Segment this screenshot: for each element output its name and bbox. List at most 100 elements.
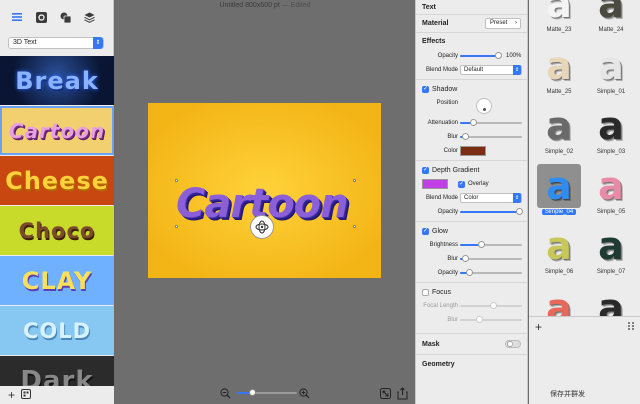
style-item[interactable]: a Simple_02	[535, 104, 583, 155]
depth-opacity-slider-fill	[460, 211, 522, 213]
depth-gradient-checkbox[interactable]: ✓	[422, 166, 429, 174]
blend-mode-select[interactable]: Default ⇕	[460, 65, 522, 75]
glow-blur-row: Blur	[416, 252, 527, 266]
divider	[416, 282, 527, 283]
glow-blur-slider-knob[interactable]	[462, 255, 469, 262]
glow-checkbox[interactable]: ✓	[422, 227, 429, 235]
style-item[interactable]: a Matte_24	[587, 0, 635, 33]
preset-break[interactable]: Break	[0, 56, 114, 105]
style-item[interactable]: a Simple_03	[587, 104, 635, 155]
focus-blur-slider[interactable]	[460, 316, 522, 323]
grip-icon[interactable]	[628, 321, 634, 332]
zoom-out-icon[interactable]	[220, 388, 231, 401]
style-name: Matte_25	[546, 89, 572, 95]
settings-icon[interactable]	[34, 10, 48, 24]
rotate-icon[interactable]	[250, 215, 274, 239]
resize-handle-br[interactable]	[353, 225, 356, 228]
preset-choco[interactable]: Choco	[0, 206, 114, 255]
zoom-slider-knob[interactable]	[249, 389, 256, 396]
style-item[interactable]: a	[535, 286, 583, 316]
focal-length-slider[interactable]	[460, 302, 522, 309]
glow-opacity-slider[interactable]	[460, 269, 522, 276]
preset-button[interactable]: Preset ›	[485, 18, 521, 29]
layers-icon[interactable]	[82, 10, 96, 24]
preset-list: Break Cartoon Cheese Choco CLAY COLD Dar…	[0, 56, 114, 404]
app-window: 3D Text ⇕ Break Cartoon Cheese Choco CLA…	[0, 0, 640, 404]
depth-blend-value: Color	[464, 195, 479, 201]
zoom-slider[interactable]	[237, 389, 297, 396]
fit-to-screen-icon[interactable]	[380, 388, 391, 401]
grid-view-icon[interactable]	[21, 389, 32, 401]
style-item[interactable]: a Simple_05	[587, 164, 635, 215]
brightness-slider[interactable]	[460, 241, 522, 248]
style-item[interactable]: a	[587, 286, 635, 316]
shapes-icon[interactable]	[58, 10, 72, 24]
opacity-slider-fill	[460, 55, 500, 57]
preset-label: COLD	[22, 318, 92, 343]
position-pad[interactable]	[476, 98, 492, 114]
artboard[interactable]: Cartoon	[148, 103, 381, 278]
style-item[interactable]: a Simple_04	[535, 164, 583, 215]
opacity-slider[interactable]	[460, 52, 502, 59]
style-glyph: a	[598, 44, 624, 88]
preset-cheese[interactable]: Cheese	[0, 156, 114, 205]
list-icon[interactable]	[10, 10, 24, 24]
resize-handle-tl[interactable]	[175, 179, 178, 182]
shadow-checkbox[interactable]: ✓	[422, 85, 429, 93]
style-thumbnail: a	[537, 224, 581, 268]
geometry-row[interactable]: Geometry	[416, 357, 527, 371]
opacity-slider-knob[interactable]	[495, 52, 502, 59]
focal-length-slider-knob[interactable]	[490, 302, 497, 309]
focus-checkbox[interactable]	[422, 288, 429, 296]
preset-cartoon[interactable]: Cartoon	[0, 106, 114, 155]
style-item[interactable]: a Matte_23	[535, 0, 583, 33]
focus-row: Focus	[416, 285, 527, 299]
share-icon[interactable]	[397, 387, 408, 402]
depth-opacity-slider[interactable]	[460, 208, 523, 215]
depth-blend-select[interactable]: Color ⇕	[460, 193, 522, 203]
style-glyph: a	[546, 164, 572, 208]
preset-cold[interactable]: COLD	[0, 306, 114, 355]
style-item[interactable]: a Matte_25	[535, 44, 583, 95]
style-glyph: a	[546, 224, 572, 268]
zoom-in-icon[interactable]	[299, 388, 310, 401]
canvas-area: Untitled 800x600 pt — Edited Cartoon	[115, 0, 415, 404]
add-icon[interactable]: +	[8, 389, 15, 401]
style-glyph: a	[546, 104, 572, 148]
divider	[416, 333, 527, 334]
focus-blur-slider-knob[interactable]	[476, 316, 483, 323]
style-name: Simple_01	[596, 89, 626, 95]
opacity-value: 100%	[506, 53, 522, 59]
glow-opacity-slider-knob[interactable]	[466, 269, 473, 276]
style-item[interactable]: a Simple_06	[535, 224, 583, 275]
style-name: Simple_07	[596, 269, 626, 275]
overlay-checkbox[interactable]: ✓	[458, 180, 465, 188]
style-item[interactable]: a Simple_01	[587, 44, 635, 95]
text-style-select-value: 3D Text	[13, 39, 37, 46]
brightness-slider-knob[interactable]	[478, 241, 485, 248]
style-item[interactable]: a Simple_07	[587, 224, 635, 275]
style-glyph: a	[598, 0, 624, 26]
shadow-blur-slider[interactable]	[460, 133, 522, 140]
mask-toggle[interactable]	[505, 340, 521, 348]
shadow-blur-slider-knob[interactable]	[462, 133, 469, 140]
style-library: a Matte_23 a Matte_24 a Matte_25 a Simple_01 a Si…	[529, 0, 640, 404]
preset-clay[interactable]: CLAY	[0, 256, 114, 305]
depth-color-swatch[interactable]	[422, 179, 448, 189]
glow-opacity-row: Opacity	[416, 266, 527, 280]
attenuation-slider[interactable]	[460, 119, 522, 126]
attenuation-slider-knob[interactable]	[470, 119, 477, 126]
depth-gradient-label: Depth Gradient	[432, 166, 480, 174]
style-thumbnail: a	[537, 0, 581, 26]
shadow-color-swatch[interactable]	[460, 146, 486, 156]
depth-opacity-slider-knob[interactable]	[516, 208, 523, 215]
resize-handle-tr[interactable]	[353, 179, 356, 182]
preset-label: Break	[15, 66, 99, 95]
resize-handle-bl[interactable]	[175, 225, 178, 228]
text-style-select[interactable]: 3D Text ⇕	[8, 37, 104, 49]
style-glyph: a	[598, 104, 624, 148]
glow-blur-slider[interactable]	[460, 255, 522, 262]
save-and-send-button[interactable]: 保存并群发	[550, 389, 585, 399]
text-section-header[interactable]: Text	[416, 0, 527, 15]
add-style-icon[interactable]: +	[535, 321, 542, 333]
